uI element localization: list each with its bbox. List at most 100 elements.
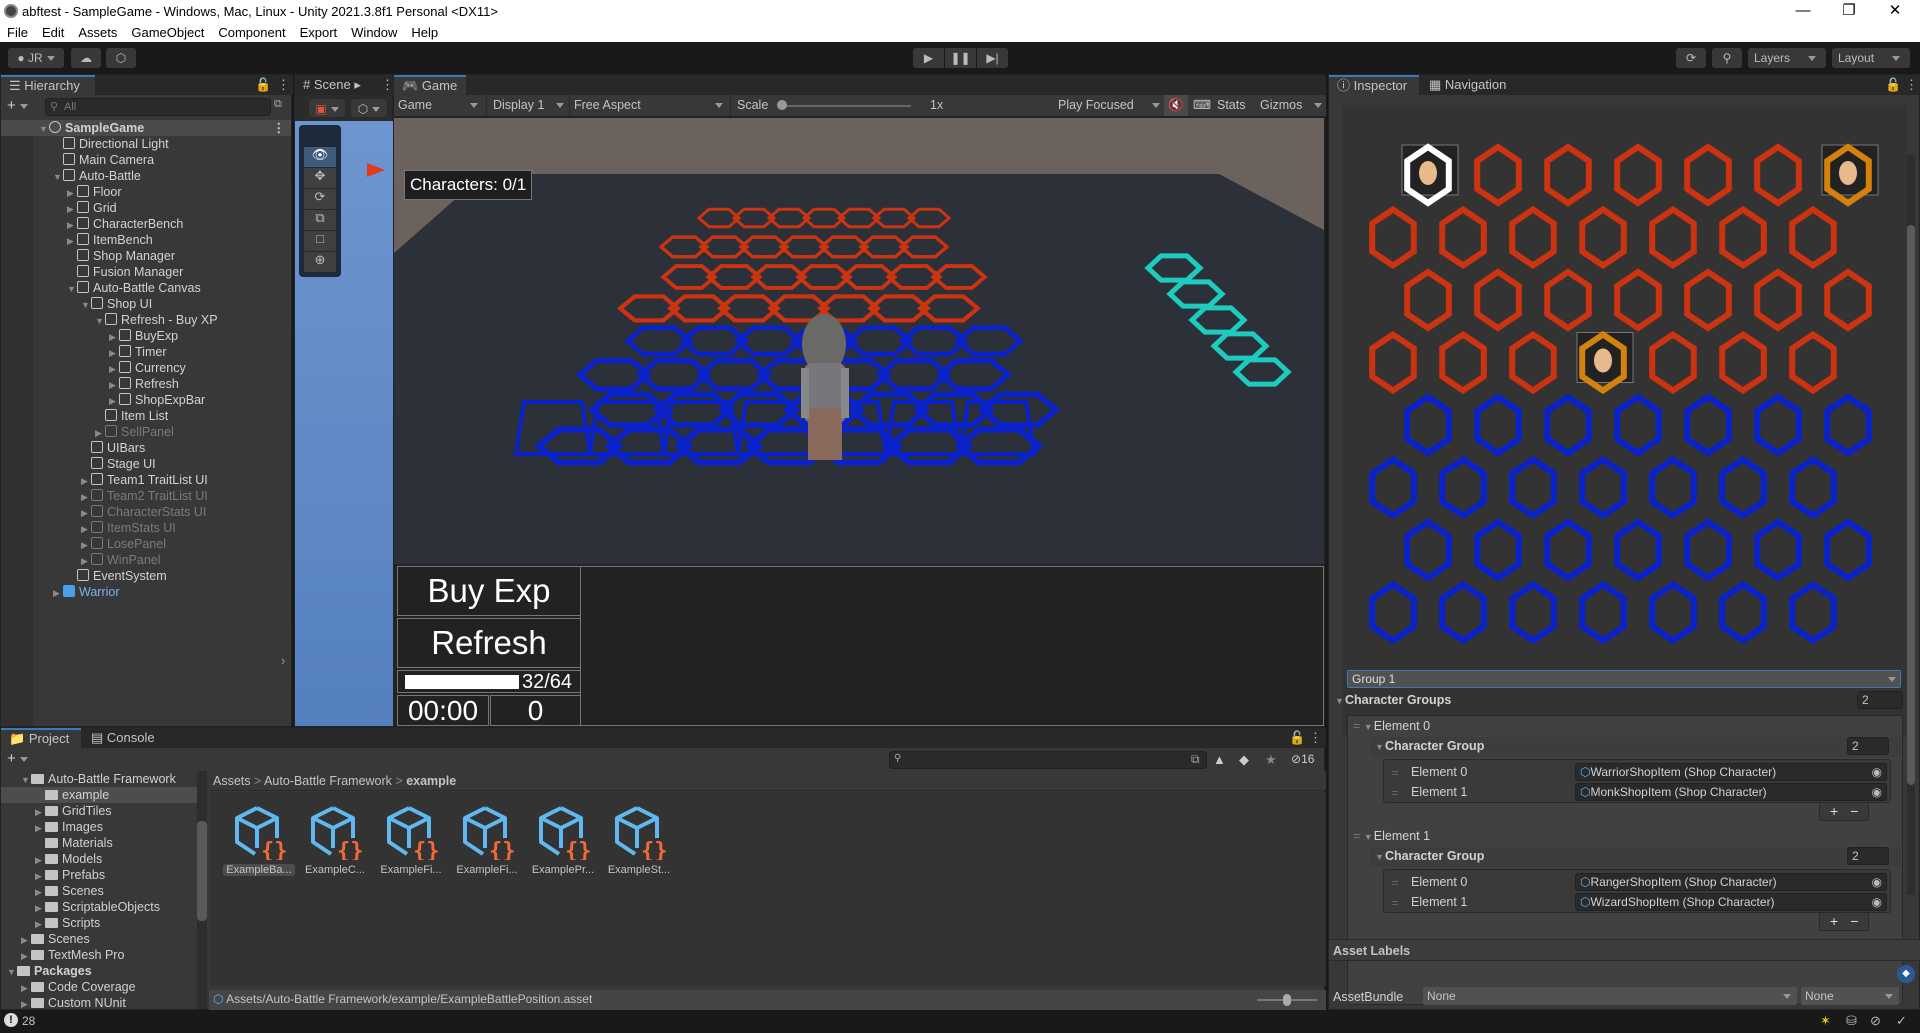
tab-console[interactable]: ▤ Console: [83, 728, 167, 748]
enemy-position-cell[interactable]: [1544, 268, 1592, 332]
player-position-cell[interactable]: [1614, 393, 1662, 457]
rect-tool-button[interactable]: □: [304, 231, 336, 251]
filter-by-label-icon[interactable]: ◆: [1239, 752, 1249, 768]
aspect-dropdown[interactable]: Free Aspect: [569, 95, 729, 116]
drag-handle-icon[interactable]: =: [1391, 765, 1399, 780]
hierarchy-item[interactable]: Item List: [95, 408, 168, 424]
cache-server-icon[interactable]: ⛁: [1846, 1013, 1857, 1029]
project-search-input[interactable]: ⚲: [889, 751, 1207, 769]
project-folder[interactable]: ▶ Scenes: [1, 883, 197, 899]
expand-arrow-icon[interactable]: ▶: [21, 980, 31, 996]
game-viewport[interactable]: Characters: 0/1: [394, 118, 1324, 564]
mute-audio-button[interactable]: 🔇: [1164, 95, 1188, 116]
lock-icon[interactable]: 🔓: [1885, 77, 1901, 93]
expand-arrow-icon[interactable]: ▶: [67, 201, 77, 217]
player-position-cell[interactable]: [1649, 580, 1697, 645]
layers-dropdown[interactable]: Layers: [1748, 48, 1826, 68]
draw-mode-dropdown[interactable]: ▣: [309, 99, 345, 117]
player-position-cell[interactable]: [1579, 455, 1627, 520]
project-folder[interactable]: ▶ ScriptableObjects: [1, 899, 197, 915]
expand-arrow-icon[interactable]: ▼: [21, 772, 31, 788]
hierarchy-item[interactable]: ▼ Auto-Battle Canvas: [67, 280, 201, 296]
asset-tile[interactable]: {} ExampleFi...: [375, 804, 447, 884]
rotate-tool-button[interactable]: ⟳: [304, 189, 336, 209]
project-folder[interactable]: ▶ TextMesh Pro: [1, 947, 197, 963]
warrior-character[interactable]: [801, 314, 849, 460]
buy-exp-button[interactable]: Buy Exp: [397, 566, 581, 616]
expand-arrow-icon[interactable]: ▶: [81, 473, 91, 489]
object-reference-field[interactable]: ⬡WarriorShopItem (Shop Character) ◉: [1575, 763, 1887, 781]
menu-component[interactable]: Component: [211, 22, 292, 42]
breadcrumb-example[interactable]: example: [406, 774, 456, 788]
keyboard-button[interactable]: ⌨: [1192, 95, 1212, 116]
enemy-position-cell[interactable]: [1649, 205, 1697, 270]
player-position-cell[interactable]: [1824, 518, 1872, 582]
create-asset-button[interactable]: +: [7, 750, 28, 767]
hierarchy-item[interactable]: ▶ CharacterBench: [67, 216, 183, 232]
maximize-button[interactable]: ❐: [1826, 0, 1872, 22]
player-position-cell[interactable]: [1544, 393, 1592, 457]
breadcrumb-assets[interactable]: Assets: [213, 774, 251, 788]
tab-project[interactable]: 📁 Project: [1, 728, 81, 748]
project-folder[interactable]: ▶ Prefabs: [1, 867, 197, 883]
tab-scene[interactable]: # Scene ▸: [295, 75, 375, 95]
hierarchy-item[interactable]: Main Camera: [53, 152, 154, 168]
tab-game[interactable]: 🎮 Game: [394, 75, 466, 95]
expand-arrow-icon[interactable]: ▶: [81, 489, 91, 505]
add-element-button[interactable]: +: [1830, 913, 1838, 929]
hierarchy-search-input[interactable]: ⚲ All: [45, 98, 271, 116]
scale-tool-button[interactable]: ⧉: [304, 210, 336, 230]
project-folder[interactable]: ▶ Models: [1, 851, 197, 867]
player-position-cell[interactable]: [1404, 518, 1452, 582]
enemy-position-cell[interactable]: [1369, 330, 1417, 395]
expand-arrow-icon[interactable]: ▶: [35, 868, 45, 884]
transform-tool-button[interactable]: ⊕: [304, 252, 336, 272]
hierarchy-item[interactable]: Stage UI: [81, 456, 156, 472]
expand-arrow-icon[interactable]: ▶: [81, 521, 91, 537]
expand-arrow-icon[interactable]: ▶: [35, 884, 45, 900]
expand-arrow-icon[interactable]: ▶: [53, 585, 63, 601]
hierarchy-item[interactable]: ▶ ItemStats UI: [81, 520, 176, 536]
enemy-position-cell[interactable]: [1509, 205, 1557, 270]
drag-handle-icon[interactable]: =: [1391, 875, 1399, 890]
hierarchy-item[interactable]: ▶ ShopExpBar: [109, 392, 205, 408]
player-position-cell[interactable]: [1579, 580, 1627, 645]
expand-arrow-icon[interactable]: ▶: [109, 361, 119, 377]
warning-icon[interactable]: !: [4, 1013, 18, 1027]
menu-edit[interactable]: Edit: [35, 22, 71, 42]
play-mode-dropdown[interactable]: Play Focused: [1058, 95, 1162, 116]
hierarchy-item[interactable]: ▶ Team2 TraitList UI: [81, 488, 208, 504]
play-button[interactable]: ▶: [913, 48, 944, 68]
expand-arrow-icon[interactable]: ▼: [81, 297, 91, 313]
refresh-button[interactable]: Refresh: [397, 618, 581, 668]
hierarchy-item[interactable]: ▶ Floor: [67, 184, 121, 200]
enemy-position-cell[interactable]: [1544, 143, 1592, 207]
menu-export[interactable]: Export: [293, 22, 345, 42]
expand-arrow-icon[interactable]: ▼: [7, 964, 17, 980]
hierarchy-item[interactable]: ▶ WinPanel: [81, 552, 161, 568]
player-position-cell[interactable]: [1369, 455, 1417, 520]
pause-button[interactable]: ❚❚: [945, 48, 976, 68]
drag-handle-icon[interactable]: =: [1391, 895, 1399, 910]
expand-arrow-icon[interactable]: ▶: [35, 852, 45, 868]
enemy-position-cell[interactable]: [1719, 330, 1767, 395]
tag-icon[interactable]: ◆: [1897, 965, 1915, 983]
tab-hierarchy[interactable]: ☰ Hierarchy: [1, 75, 95, 95]
breadcrumb-auto-battle-framework[interactable]: Auto-Battle Framework: [264, 774, 392, 788]
game-mode-dropdown[interactable]: Game: [398, 95, 484, 116]
minimize-button[interactable]: —: [1780, 0, 1826, 22]
layout-dropdown[interactable]: Layout: [1832, 48, 1910, 68]
more-menu-icon[interactable]: ⋮: [277, 77, 290, 93]
player-position-cell[interactable]: [1544, 518, 1592, 582]
expand-arrow-icon[interactable]: ▶: [109, 377, 119, 393]
player-position-cell[interactable]: [1369, 580, 1417, 645]
hierarchy-item[interactable]: EventSystem: [67, 568, 167, 584]
project-folder[interactable]: example: [1, 787, 197, 803]
expand-arrow-icon[interactable]: ▶: [21, 932, 31, 948]
remove-element-button[interactable]: −: [1850, 913, 1858, 929]
asset-bundle-variant-dropdown[interactable]: None: [1801, 987, 1899, 1005]
player-position-cell[interactable]: [1404, 393, 1452, 457]
object-reference-field[interactable]: ⬡MonkShopItem (Shop Character) ◉: [1575, 783, 1887, 801]
player-position-cell[interactable]: [1439, 455, 1487, 520]
expand-arrow-icon[interactable]: ▶: [81, 537, 91, 553]
